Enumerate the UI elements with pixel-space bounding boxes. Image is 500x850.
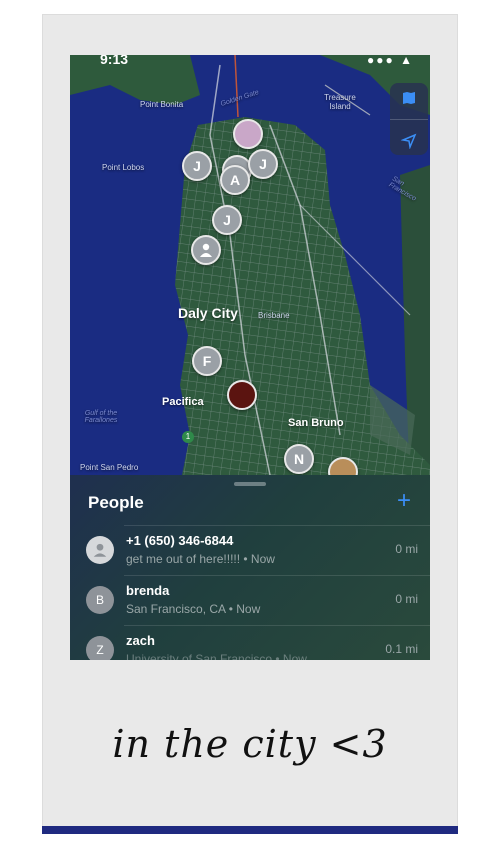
bottom-edge-strip	[42, 826, 458, 834]
person-pin[interactable]: J	[212, 205, 242, 235]
avatar	[86, 536, 114, 564]
person-row[interactable]: +1 (650) 346-6844 get me out of here!!!!…	[70, 525, 430, 575]
place-treasure-island: Treasure Island	[324, 93, 356, 111]
add-person-button[interactable]: +	[392, 487, 416, 515]
person-pin[interactable]: N	[284, 444, 314, 474]
person-row[interactable]: B brenda San Francisco, CA • Now 0 mi	[70, 575, 430, 625]
person-name: +1 (650) 346-6844	[126, 533, 234, 548]
place-point-san-pedro: Point San Pedro	[80, 463, 139, 472]
handwritten-caption: in the city <3	[112, 722, 388, 766]
status-time: 9:13	[100, 55, 129, 67]
person-location: University of San Francisco • Now	[126, 652, 307, 660]
row-divider	[124, 525, 430, 526]
avatar: B	[86, 586, 114, 614]
phone-screenshot: 9:13 ●●● ▲ Point Bonita Golden Gate Trea…	[70, 55, 430, 660]
person-pin[interactable]: J	[248, 149, 278, 179]
route-1-shield: 1	[182, 431, 194, 443]
person-pin[interactable]: F	[192, 346, 222, 376]
person-pin[interactable]: J	[182, 151, 212, 181]
location-arrow-icon[interactable]	[401, 133, 417, 149]
person-name: brenda	[126, 583, 170, 598]
place-daly-city: Daly City	[178, 305, 238, 321]
place-pacifica: Pacifica	[162, 396, 204, 408]
person-name: zach	[126, 633, 155, 648]
place-gulf-farallones: Gulf of the Farallones	[84, 410, 118, 424]
person-location: San Francisco, CA • Now	[126, 602, 261, 616]
place-brisbane: Brisbane	[258, 311, 290, 320]
controls-divider	[390, 118, 428, 120]
person-pin-photo[interactable]	[233, 119, 263, 149]
place-point-bonita: Point Bonita	[140, 100, 184, 109]
person-pin[interactable]: A	[220, 165, 250, 195]
person-row[interactable]: Z zach University of San Francisco • Now…	[70, 625, 430, 660]
sheet-grabber[interactable]	[234, 482, 266, 486]
status-icons: ●●● ▲	[367, 55, 414, 67]
person-pin-avatar[interactable]	[191, 235, 221, 265]
person-location: get me out of here!!!!! • Now	[126, 552, 275, 566]
place-san-bruno: San Bruno	[288, 417, 344, 429]
map-icon[interactable]	[401, 90, 417, 106]
row-divider	[124, 625, 430, 626]
avatar: Z	[86, 636, 114, 660]
people-title: People	[88, 493, 144, 512]
people-sheet: People + +1 (650) 346-6844 get me out of…	[70, 475, 430, 660]
place-point-lobos: Point Lobos	[102, 163, 145, 172]
person-icon	[93, 543, 107, 557]
person-pin-photo[interactable]	[227, 380, 257, 410]
row-divider	[124, 575, 430, 576]
map-controls	[390, 83, 428, 155]
person-distance: 0.1 mi	[385, 642, 418, 656]
person-distance: 0 mi	[395, 542, 418, 556]
person-distance: 0 mi	[395, 592, 418, 606]
person-icon	[200, 243, 212, 257]
